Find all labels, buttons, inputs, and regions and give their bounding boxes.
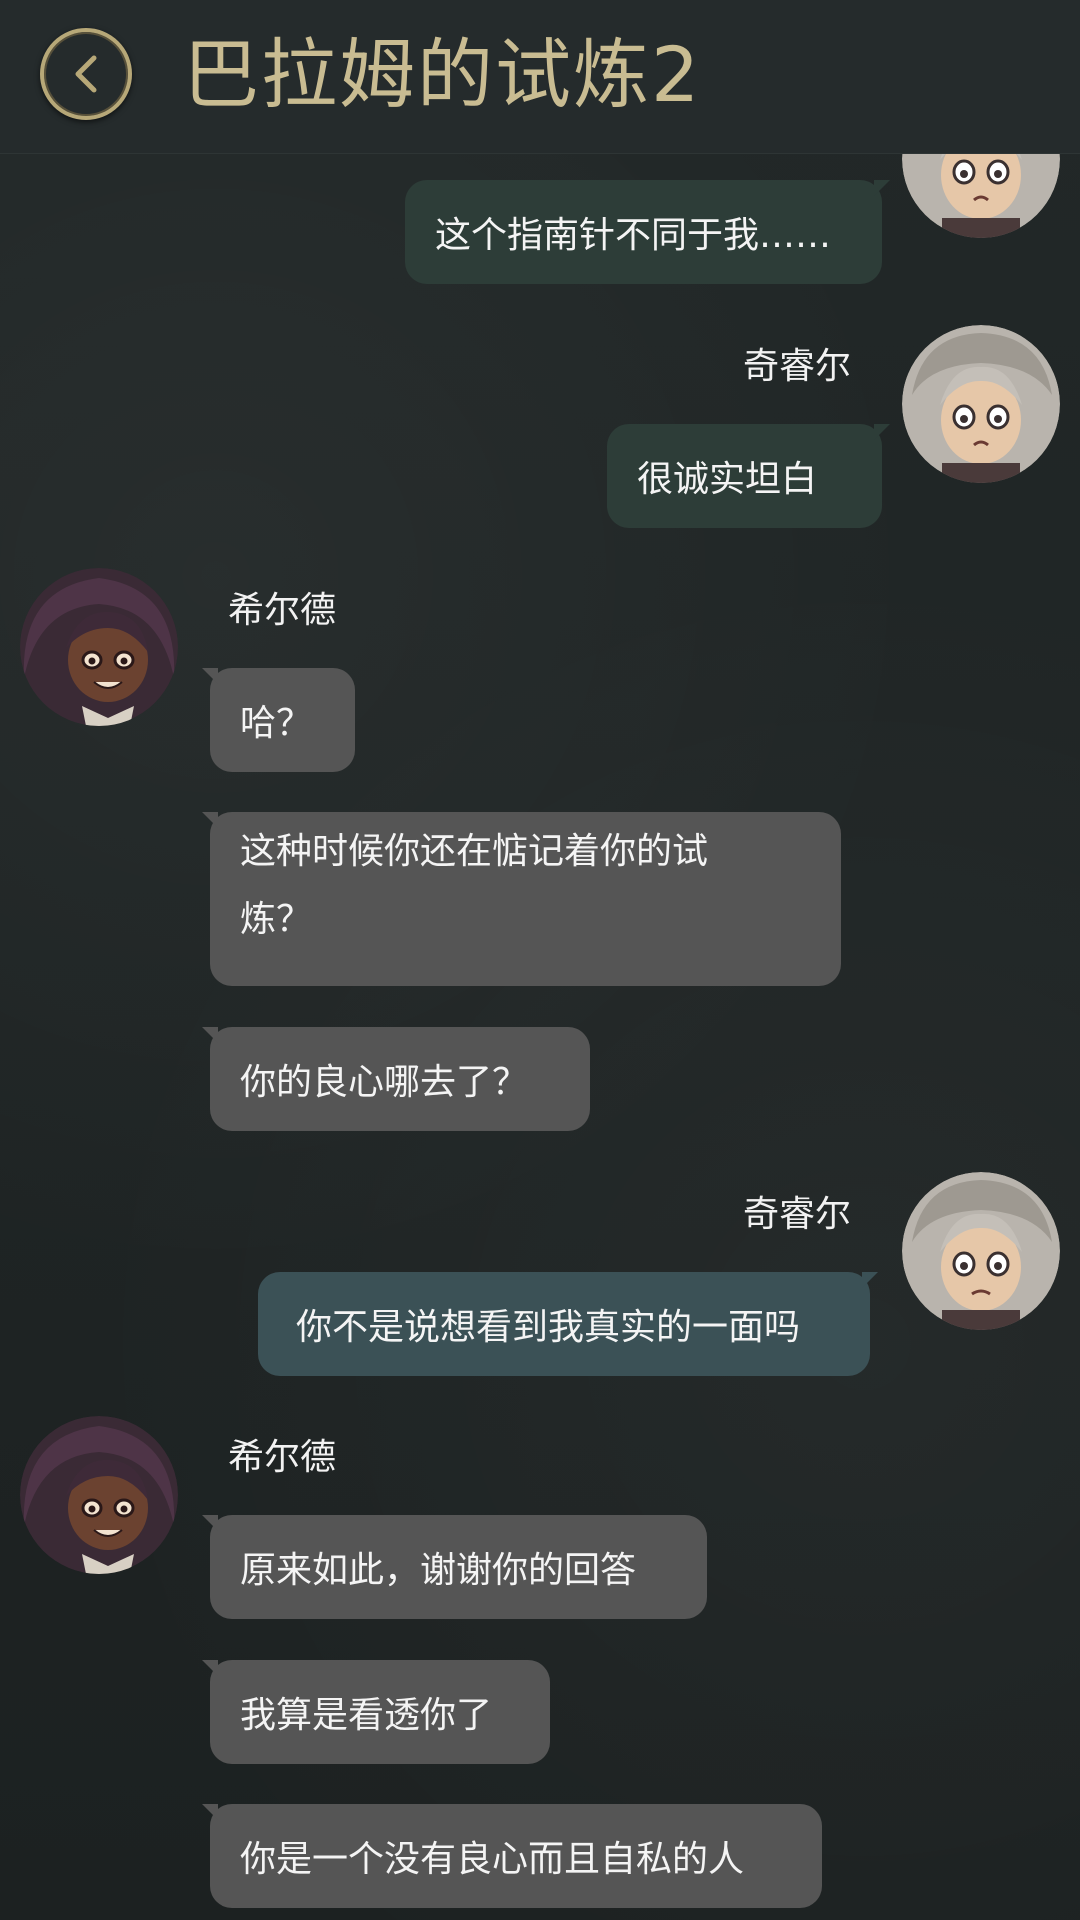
page-title: 巴拉姆的试炼2 [183,30,702,119]
message-bubble-other[interactable]: 我算是看透你了 [202,1660,550,1764]
message-text: 我算是看透你了 [240,1695,493,1736]
message-text: 这个指南针不同于我…… [435,215,832,256]
message-bubble-other[interactable]: 你的良心哪去了？ [202,1027,590,1131]
message-text: 这种时候你还在惦记着你的试炼？ [240,831,709,940]
dark-haired-avatar-icon [20,1416,178,1574]
back-button[interactable] [40,28,132,120]
chevron-left-icon [75,55,97,93]
message-bubble-other[interactable]: 哈？ [202,668,355,772]
avatar[interactable] [20,1416,178,1574]
avatar[interactable] [20,568,178,726]
message-bubble-me[interactable]: 你不是说想看到我真实的一面吗 [258,1272,878,1376]
message-bubble-other[interactable]: 原来如此，谢谢你的回答 [202,1515,707,1619]
sender-name: 希尔德 [228,590,337,631]
silver-haired-avatar-icon [902,325,1060,483]
dark-haired-avatar-icon [20,568,178,726]
message-text: 你不是说想看到我真实的一面吗 [296,1307,801,1348]
message-text: 原来如此，谢谢你的回答 [240,1550,637,1591]
sender-name: 奇睿尔 [742,1194,851,1235]
silver-haired-avatar-icon [902,1172,1060,1330]
message-bubble-me[interactable]: 这个指南针不同于我…… [405,180,890,284]
sender-name: 奇睿尔 [742,346,851,387]
message-text: 哈？ [240,703,313,744]
top-bar: 巴拉姆的试炼2 [0,0,1080,154]
message-text: 你是一个没有良心而且自私的人 [240,1839,745,1880]
avatar[interactable] [902,325,1060,483]
message-bubble-other[interactable]: 这种时候你还在惦记着你的试炼？ [202,812,841,986]
message-text: 很诚实坦白 [637,459,818,500]
message-bubble-me[interactable]: 很诚实坦白 [607,424,890,528]
sender-name: 希尔德 [228,1437,337,1478]
message-text: 你的良心哪去了？ [240,1062,529,1103]
avatar[interactable] [902,1172,1060,1330]
message-bubble-other[interactable]: 你是一个没有良心而且自私的人 [202,1804,822,1908]
